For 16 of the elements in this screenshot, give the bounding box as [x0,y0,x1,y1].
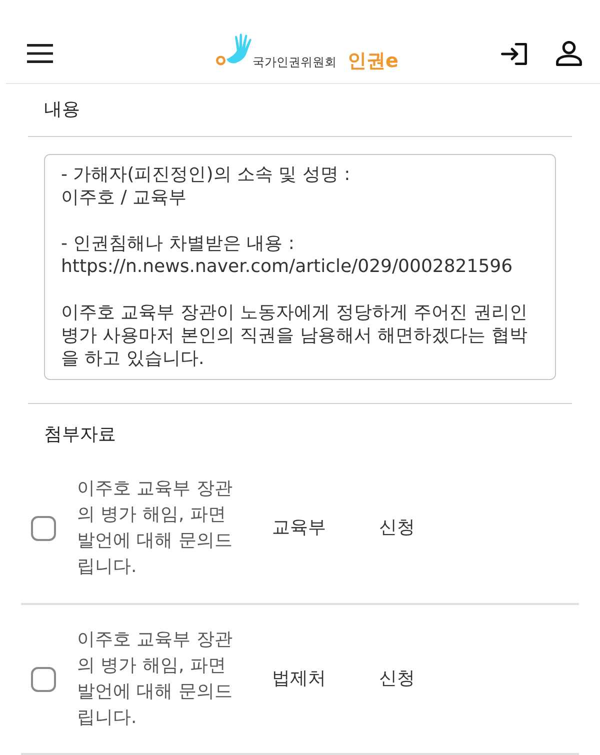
login-icon[interactable] [501,42,527,64]
section-label: 첨부자료 [44,424,116,446]
status-text: 신청 [379,517,415,539]
menu-icon[interactable] [27,44,53,63]
agency-name: 법제처 [272,668,327,690]
content-textarea[interactable]: - 가해자(피진정인)의 소속 및 성명 : 이주호 / 교육부 - 인권침해나 차별받은 내용 : https://n.news.naver.com/article/029/0002821596 이주호 교육부 장관이 노동자에게 정당하게 주어진 권리인 병가 사용마저 본인의 직권을 남용해서 해면하겠다는 협박을 하고 있습니다. [44,154,556,380]
agency-name: 교육부 [272,517,327,539]
status-text: 신청 [379,668,415,690]
attachment-title: 이주호 교육부 장관의 병가 해임, 파면 발언에 대해 문의드립니다. [77,477,234,579]
attachment-title: 이주호 교육부 장관의 병가 해임, 파면 발언에 대해 문의드립니다. [77,628,234,730]
organization-name: 국가인권위원회 [252,55,337,70]
user-icon[interactable] [556,41,582,66]
checkbox[interactable] [31,516,56,540]
section-label: 내용 [44,99,80,121]
brand-name: 인권e [348,49,398,73]
checkbox[interactable] [31,666,56,692]
